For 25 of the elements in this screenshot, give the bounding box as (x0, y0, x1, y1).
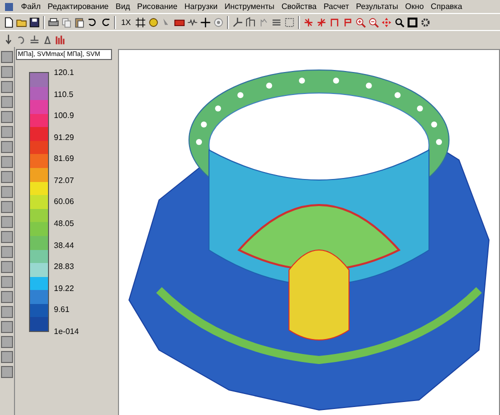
scale-label: 28.83 (54, 262, 75, 272)
scale-label: 91.29 (54, 132, 75, 142)
scale-label: 60.06 (54, 197, 75, 206)
menu-item[interactable]: Результаты (356, 2, 398, 11)
menu-item[interactable]: Вид (116, 2, 130, 11)
menu-item[interactable]: Расчет (324, 2, 350, 11)
scale-label: 72.07 (54, 176, 75, 185)
scale-label: 48.05 (54, 219, 75, 228)
scale-label: 81.69 (54, 154, 75, 164)
scale-label: 120.1 (54, 68, 75, 77)
menu-item[interactable]: Файл (21, 2, 41, 11)
scale-label: 38.44 (54, 240, 75, 250)
menu-item[interactable]: Справка (430, 2, 462, 11)
scale-label: 9.61 (54, 305, 70, 314)
menu-item[interactable]: Инструменты (224, 2, 274, 11)
menu-item[interactable]: Свойства (281, 2, 317, 11)
menu-item[interactable]: Окно (405, 2, 424, 11)
scale-label: 110.5 (54, 90, 74, 99)
zoom-ratio-button[interactable]: 1X (119, 18, 133, 26)
scale-label: 100.9 (54, 111, 75, 120)
scale-label: 1e-014 (54, 326, 79, 336)
menu-item[interactable]: Рисование (137, 2, 178, 11)
menu-item[interactable]: Редактирование (48, 2, 109, 11)
scale-label: 19.22 (54, 284, 75, 293)
menu-item[interactable]: Нагрузки (184, 2, 218, 11)
